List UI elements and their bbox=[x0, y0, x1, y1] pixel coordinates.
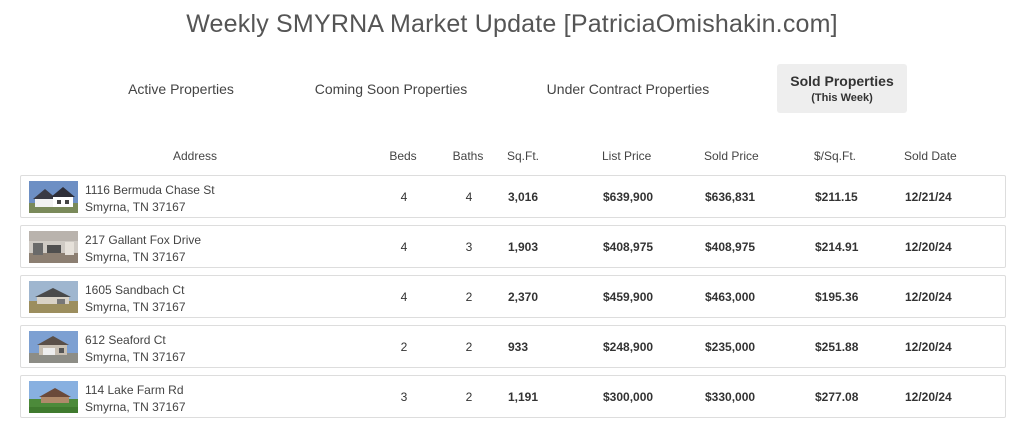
tab-label: Sold Properties bbox=[790, 73, 894, 89]
price-per-sqft-cell: $214.91 bbox=[815, 240, 859, 254]
address-cell[interactable]: 612 Seaford Ct Smyrna, TN 37167 bbox=[85, 332, 186, 366]
table-row[interactable]: 217 Gallant Fox Drive Smyrna, TN 37167 4… bbox=[20, 225, 1006, 268]
page-title: Weekly SMYRNA Market Update [PatriciaOmi… bbox=[186, 10, 838, 38]
column-header-sold-date[interactable]: Sold Date bbox=[904, 149, 957, 163]
city-state-zip: Smyrna, TN 37167 bbox=[85, 250, 186, 264]
street-address: 1605 Sandbach Ct bbox=[85, 283, 185, 297]
street-address: 217 Gallant Fox Drive bbox=[85, 233, 202, 247]
baths-cell: 4 bbox=[465, 190, 473, 204]
baths-cell: 2 bbox=[465, 290, 473, 304]
price-per-sqft-cell: $195.36 bbox=[815, 290, 859, 304]
price-per-sqft-cell: $277.08 bbox=[815, 390, 859, 404]
list-price-cell: $459,900 bbox=[603, 290, 654, 304]
column-header-baths[interactable]: Baths bbox=[453, 149, 484, 163]
sold-date-cell: 12/20/24 bbox=[905, 240, 952, 254]
beds-cell: 3 bbox=[400, 390, 408, 404]
sold-price-cell: $463,000 bbox=[705, 290, 756, 304]
house-photo-thumbnail[interactable] bbox=[29, 331, 78, 363]
baths-cell: 2 bbox=[465, 390, 473, 404]
sold-price-cell: $330,000 bbox=[705, 390, 756, 404]
tab-label: Active Properties bbox=[128, 80, 234, 97]
tab-sold-properties[interactable]: Sold Properties (This Week) bbox=[777, 64, 907, 113]
baths-cell: 3 bbox=[465, 240, 473, 254]
tab-sublabel: (This Week) bbox=[811, 92, 873, 104]
table-row[interactable]: 114 Lake Farm Rd Smyrna, TN 37167 3 2 1,… bbox=[20, 375, 1006, 418]
beds-cell: 4 bbox=[400, 190, 408, 204]
tab-coming-soon-properties[interactable]: Coming Soon Properties bbox=[300, 64, 482, 113]
sqft-cell: 3,016 bbox=[508, 190, 539, 204]
address-cell[interactable]: 114 Lake Farm Rd Smyrna, TN 37167 bbox=[85, 382, 186, 416]
street-address: 1116 Bermuda Chase St bbox=[85, 183, 215, 197]
beds-cell: 4 bbox=[400, 240, 408, 254]
city-state-zip: Smyrna, TN 37167 bbox=[85, 400, 186, 414]
price-per-sqft-cell: $251.88 bbox=[815, 340, 859, 354]
city-state-zip: Smyrna, TN 37167 bbox=[85, 300, 186, 314]
sqft-cell: 933 bbox=[508, 340, 529, 354]
sold-price-cell: $636,831 bbox=[705, 190, 756, 204]
sold-date-cell: 12/20/24 bbox=[905, 390, 952, 404]
house-photo-thumbnail[interactable] bbox=[29, 381, 78, 413]
city-state-zip: Smyrna, TN 37167 bbox=[85, 350, 186, 364]
table-row[interactable]: 1605 Sandbach Ct Smyrna, TN 37167 4 2 2,… bbox=[20, 275, 1006, 318]
column-header-address[interactable]: Address bbox=[173, 149, 217, 163]
tab-active-properties[interactable]: Active Properties bbox=[100, 64, 262, 113]
column-header-price-per-sqft[interactable]: $/Sq.Ft. bbox=[814, 149, 856, 163]
street-address: 114 Lake Farm Rd bbox=[85, 383, 184, 397]
address-cell[interactable]: 1605 Sandbach Ct Smyrna, TN 37167 bbox=[85, 282, 186, 316]
tab-under-contract-properties[interactable]: Under Contract Properties bbox=[530, 64, 726, 113]
beds-cell: 2 bbox=[400, 340, 408, 354]
house-photo-thumbnail[interactable] bbox=[29, 181, 78, 213]
address-cell[interactable]: 217 Gallant Fox Drive Smyrna, TN 37167 bbox=[85, 232, 201, 266]
house-photo-thumbnail[interactable] bbox=[29, 231, 78, 263]
sold-price-cell: $408,975 bbox=[705, 240, 756, 254]
table-row[interactable]: 612 Seaford Ct Smyrna, TN 37167 2 2 933 … bbox=[20, 325, 1006, 368]
sqft-cell: 1,903 bbox=[508, 240, 539, 254]
house-photo-thumbnail[interactable] bbox=[29, 281, 78, 313]
sold-date-cell: 12/21/24 bbox=[905, 190, 952, 204]
list-price-cell: $408,975 bbox=[603, 240, 654, 254]
list-price-cell: $300,000 bbox=[603, 390, 654, 404]
table-row[interactable]: 1116 Bermuda Chase St Smyrna, TN 37167 4… bbox=[20, 175, 1006, 218]
sold-price-cell: $235,000 bbox=[705, 340, 756, 354]
column-header-list-price[interactable]: List Price bbox=[602, 149, 651, 163]
price-per-sqft-cell: $211.15 bbox=[815, 190, 858, 204]
sqft-cell: 1,191 bbox=[508, 390, 539, 404]
property-tabs: Active Properties Coming Soon Properties… bbox=[0, 64, 1024, 114]
beds-cell: 4 bbox=[400, 290, 408, 304]
address-cell[interactable]: 1116 Bermuda Chase St Smyrna, TN 37167 bbox=[85, 182, 215, 216]
column-header-beds[interactable]: Beds bbox=[389, 149, 416, 163]
baths-cell: 2 bbox=[465, 340, 473, 354]
list-price-cell: $248,900 bbox=[603, 340, 654, 354]
street-address: 612 Seaford Ct bbox=[85, 333, 166, 347]
tab-label: Under Contract Properties bbox=[546, 80, 710, 97]
column-header-sold-price[interactable]: Sold Price bbox=[704, 149, 759, 163]
table-header: Address Beds Baths Sq.Ft. List Price Sol… bbox=[20, 149, 1006, 165]
tab-label: Coming Soon Properties bbox=[314, 80, 468, 97]
city-state-zip: Smyrna, TN 37167 bbox=[85, 200, 186, 214]
sold-date-cell: 12/20/24 bbox=[905, 290, 952, 304]
column-header-sqft[interactable]: Sq.Ft. bbox=[507, 149, 539, 163]
sqft-cell: 2,370 bbox=[508, 290, 539, 304]
list-price-cell: $639,900 bbox=[603, 190, 654, 204]
sold-date-cell: 12/20/24 bbox=[905, 340, 952, 354]
